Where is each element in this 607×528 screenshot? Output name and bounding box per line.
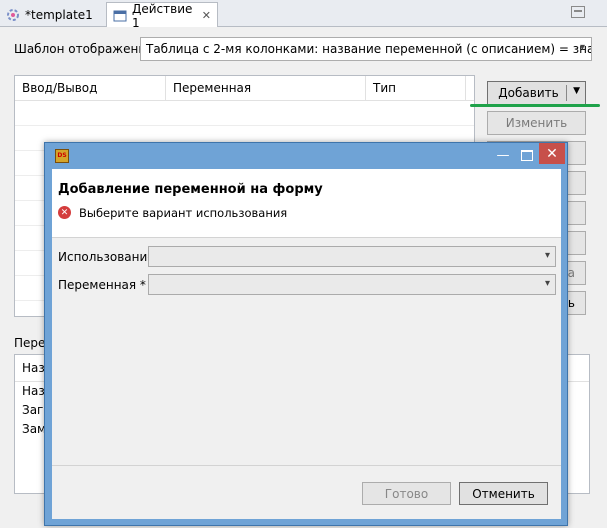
tab-action1[interactable]: Действие 1 ✕ bbox=[106, 1, 218, 30]
done-button[interactable]: Готово bbox=[362, 482, 451, 505]
dropdown-arrow-icon[interactable]: ▼ bbox=[573, 86, 580, 96]
action-icon bbox=[113, 9, 127, 23]
column-header-type[interactable]: Тип bbox=[366, 76, 466, 101]
footer-divider bbox=[52, 465, 561, 466]
column-header-variable[interactable]: Переменная bbox=[166, 76, 366, 101]
error-message: Выберите вариант использования bbox=[79, 206, 288, 220]
variable-label: Переменная * bbox=[58, 278, 146, 292]
tab-template1[interactable]: *template1 bbox=[0, 2, 106, 27]
usage-select[interactable]: ▾ bbox=[148, 246, 556, 267]
cancel-button[interactable]: Отменить bbox=[459, 482, 548, 505]
minimize-icon[interactable] bbox=[571, 6, 585, 18]
variable-select[interactable]: ▾ bbox=[148, 274, 556, 295]
table-row[interactable] bbox=[15, 101, 474, 126]
dialog-heading: Добавление переменной на форму bbox=[58, 182, 323, 197]
chevron-down-icon: ▾ bbox=[544, 250, 550, 261]
focus-underline bbox=[470, 104, 600, 107]
edit-button[interactable]: Изменить bbox=[487, 111, 586, 135]
add-variable-dialog: DS — ✕ Добавление переменной на форму ✕ … bbox=[44, 142, 568, 526]
dialog-title-bar[interactable]: DS — ✕ bbox=[45, 143, 567, 169]
done-button-label: Готово bbox=[384, 486, 429, 501]
chevron-down-icon: ▾ bbox=[544, 278, 550, 289]
tab-label: *template1 bbox=[25, 7, 93, 22]
chevron-down-icon: ▾ bbox=[579, 42, 585, 53]
column-header-io[interactable]: Ввод/Вывод bbox=[15, 76, 166, 101]
add-button[interactable]: Добавить ▼ bbox=[487, 81, 586, 105]
edit-button-label: Изменить bbox=[505, 116, 568, 130]
tab-bar: *template1 Действие 1 ✕ bbox=[0, 0, 607, 30]
add-button-label: Добавить bbox=[498, 86, 559, 100]
template-select-value: Таблица с 2-мя колонками: название перем… bbox=[146, 42, 592, 56]
error-icon: ✕ bbox=[58, 206, 71, 219]
column-header-extra[interactable] bbox=[466, 76, 474, 101]
template-label: Шаблон отображения bbox=[14, 42, 154, 56]
template-icon bbox=[6, 8, 20, 22]
close-icon[interactable]: ✕ bbox=[202, 9, 211, 22]
tab-label: Действие 1 bbox=[132, 1, 193, 30]
close-icon[interactable]: ✕ bbox=[539, 143, 565, 164]
dialog-header: Добавление переменной на форму ✕ Выберит… bbox=[52, 169, 561, 238]
maximize-icon[interactable] bbox=[515, 145, 539, 165]
template-select[interactable]: Таблица с 2-мя колонками: название перем… bbox=[140, 37, 592, 61]
cancel-button-label: Отменить bbox=[472, 486, 535, 501]
variables-row[interactable]: Зам bbox=[22, 422, 46, 436]
minimize-icon[interactable]: — bbox=[491, 145, 515, 165]
split-separator bbox=[566, 85, 567, 101]
dialog-body: Добавление переменной на форму ✕ Выберит… bbox=[52, 169, 561, 519]
usage-label: Использование bbox=[58, 250, 155, 264]
app-icon: DS bbox=[55, 149, 69, 163]
